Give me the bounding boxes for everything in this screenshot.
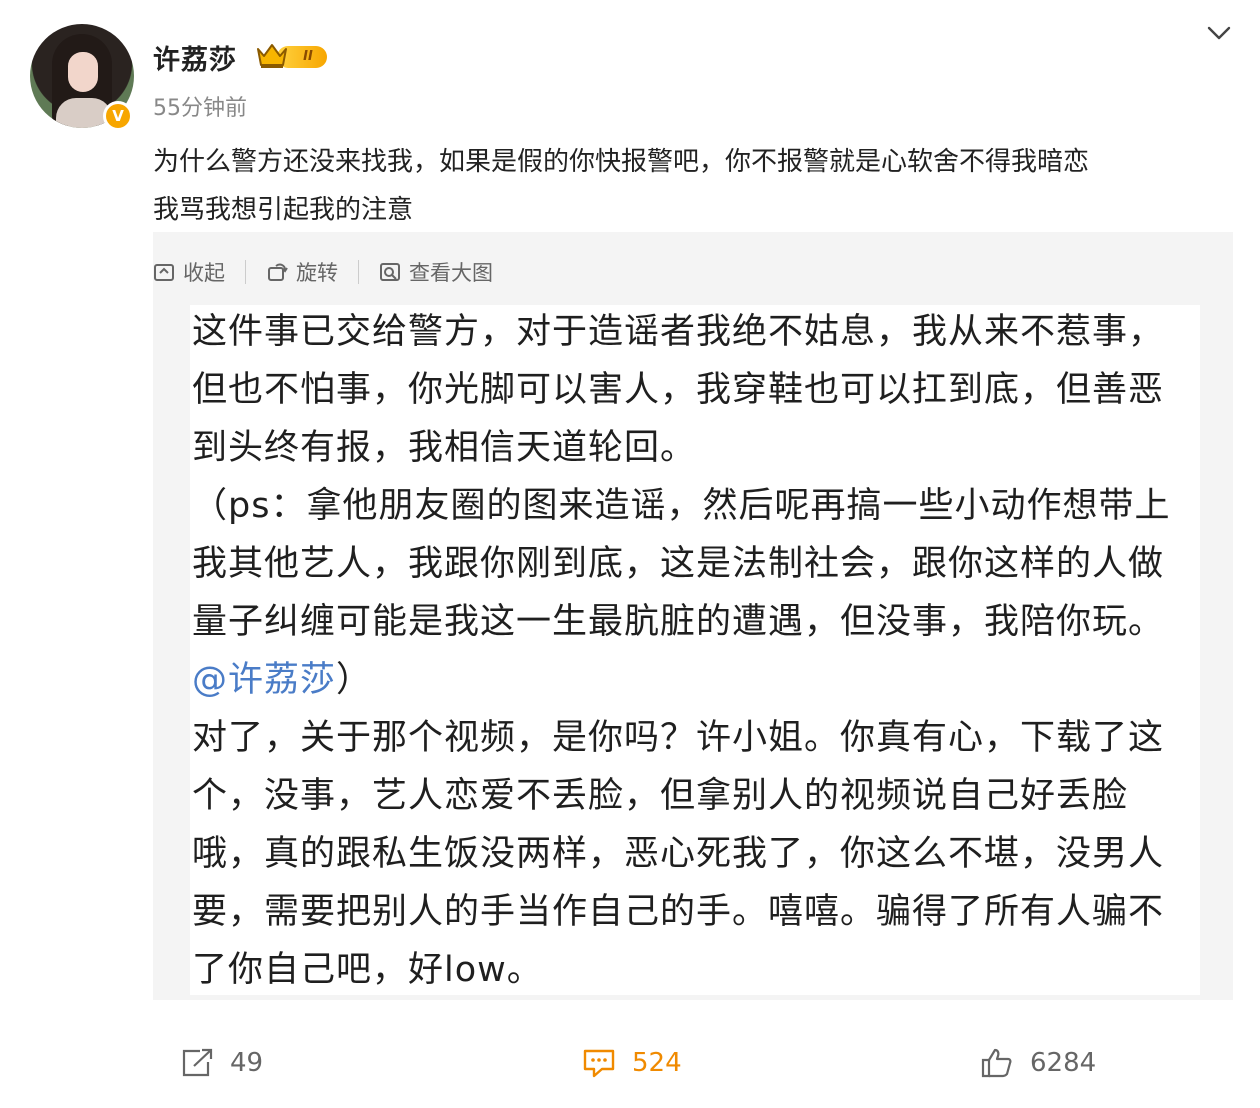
image-paragraph: 对了，关于那个视频，是你吗？许小姐。你真有心，下载了这个，没事，艺人恋爱不丢脸，… xyxy=(192,718,1165,990)
view-large-icon xyxy=(380,263,400,281)
image-toolbar: 收起 旋转 查看大图 xyxy=(153,255,493,289)
view-large-label: 查看大图 xyxy=(409,261,493,285)
post-text: 为什么警方还没来找我，如果是假的你快报警吧，你不报警就是心软舍不得我暗恋 我骂我… xyxy=(153,138,1243,234)
like-count: 6284 xyxy=(1030,1048,1097,1078)
post-time: 55分钟前 xyxy=(153,96,247,121)
rotate-label: 旋转 xyxy=(296,261,338,285)
weibo-post-card: V 许荔莎 II 55分钟前 为什么警方还没来找我，如果是假的你快报警吧，你不报… xyxy=(0,0,1260,1108)
rotate-button[interactable]: 旋转 xyxy=(266,257,338,287)
like-button[interactable]: 6284 xyxy=(980,1043,1096,1083)
toolbar-divider xyxy=(358,260,359,284)
image-paragraph-text: ） xyxy=(336,660,373,700)
comment-button[interactable]: 524 xyxy=(582,1043,682,1083)
collapse-icon xyxy=(154,264,174,281)
repost-button[interactable]: 49 xyxy=(180,1043,263,1083)
collapse-button[interactable]: 收起 xyxy=(153,257,225,287)
repost-icon xyxy=(182,1048,213,1077)
comment-icon xyxy=(583,1049,615,1078)
level-badge: II xyxy=(255,40,327,70)
image-paragraph-text: （ps：拿他朋友圈的图来造谣，然后呢再搞一些小动作想带上我其他艺人，我跟你刚到底… xyxy=(192,486,1171,642)
image-paragraph: （ps：拿他朋友圈的图来造谣，然后呢再搞一些小动作想带上我其他艺人，我跟你刚到底… xyxy=(192,477,1197,709)
rotate-icon xyxy=(268,263,288,281)
crown-icon xyxy=(257,44,287,68)
post-image-text: 这件事已交给警方，对于造谣者我绝不姑息，我从来不惹事，但也不怕事，你光脚可以害人… xyxy=(192,303,1197,999)
mention-link[interactable]: @许荔莎 xyxy=(192,660,336,700)
view-large-button[interactable]: 查看大图 xyxy=(379,257,493,287)
thumbs-up-icon xyxy=(981,1048,1012,1078)
comment-count: 524 xyxy=(632,1048,682,1078)
post-text-line: 我骂我想引起我的注意 xyxy=(153,195,414,225)
verified-badge-icon: V xyxy=(103,101,133,131)
author-name[interactable]: 许荔莎 xyxy=(153,38,237,77)
collapse-label: 收起 xyxy=(183,261,225,285)
post-text-line: 为什么警方还没来找我，如果是假的你快报警吧，你不报警就是心软舍不得我暗恋 xyxy=(153,147,1090,177)
repost-count: 49 xyxy=(230,1048,264,1078)
toolbar-divider xyxy=(245,260,246,284)
chevron-down-icon[interactable] xyxy=(1206,24,1232,42)
image-paragraph: 这件事已交给警方，对于造谣者我绝不姑息，我从来不惹事，但也不怕事，你光脚可以害人… xyxy=(192,312,1165,468)
